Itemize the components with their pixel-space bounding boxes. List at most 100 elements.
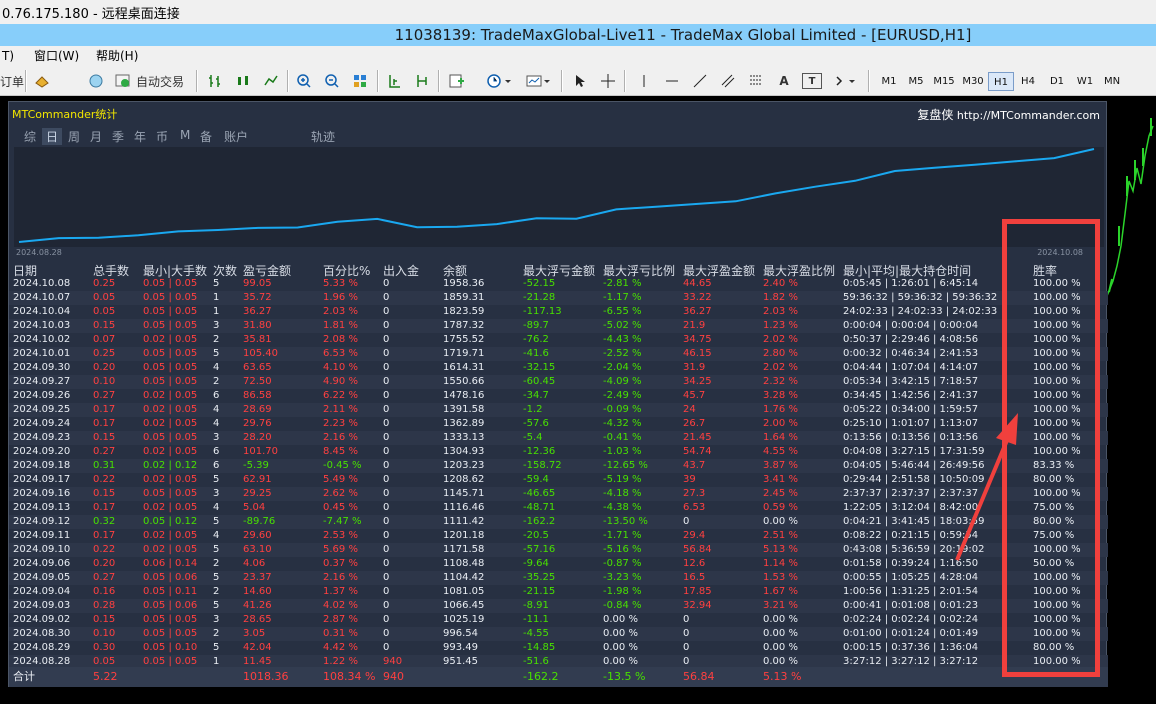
- table-row[interactable]: 2024.10.07 0.05 0.05 | 0.05 1 35.72 1.96 % 0 18…: [9, 291, 1108, 305]
- table-row[interactable]: 2024.08.30 0.10 0.05 | 0.05 2 3.05 0.31 % 0 996…: [9, 627, 1108, 641]
- tab-yearly[interactable]: 年: [134, 128, 146, 145]
- table-cell: 2024.09.13: [13, 502, 71, 513]
- table-row[interactable]: 2024.10.04 0.05 0.05 | 0.05 1 36.27 2.03 % 0 18…: [9, 305, 1108, 319]
- table-row[interactable]: 2024.10.08 0.25 0.05 | 0.05 5 99.05 5.33 % 0 19…: [9, 277, 1108, 291]
- table-row[interactable]: 2024.09.05 0.27 0.05 | 0.06 5 23.37 2.16 % 0 11…: [9, 571, 1108, 585]
- table-cell: 0:00:41 | 0:01:08 | 0:01:23: [843, 600, 979, 611]
- table-cell: 2024.09.25: [13, 404, 71, 415]
- total-max-float-loss-pct: -13.5 %: [603, 670, 646, 683]
- table-cell: 2024.10.07: [13, 292, 71, 303]
- zoom-out-icon[interactable]: [322, 71, 342, 91]
- total-deposit: 940: [383, 670, 404, 683]
- signals-icon[interactable]: [86, 71, 106, 91]
- menu-item-trade[interactable]: T): [2, 46, 14, 66]
- timeframe-h4[interactable]: H4: [1015, 72, 1041, 91]
- templates-icon[interactable]: [522, 71, 554, 91]
- timeframe-w1[interactable]: W1: [1072, 72, 1098, 91]
- table-row[interactable]: 2024.09.11 0.17 0.02 | 0.05 4 29.60 2.53 % 0 12…: [9, 529, 1108, 543]
- table-cell: 0.30: [93, 642, 116, 653]
- table-row[interactable]: 2024.10.01 0.25 0.05 | 0.05 5 105.40 6.53 % 0 1…: [9, 347, 1108, 361]
- table-row[interactable]: 2024.09.18 0.31 0.02 | 0.12 6 -5.39 -0.45 % 0 1…: [9, 459, 1108, 473]
- tab-notes[interactable]: 备: [200, 128, 212, 145]
- timeframe-h1[interactable]: H1: [988, 72, 1014, 91]
- timeframe-m5[interactable]: M5: [903, 72, 929, 91]
- text-label-icon[interactable]: T: [802, 73, 822, 89]
- menu-item-window[interactable]: 窗口(W): [34, 46, 79, 66]
- table-row[interactable]: 2024.09.06 0.20 0.06 | 0.14 2 4.06 0.37 % 0 110…: [9, 557, 1108, 571]
- periods-icon[interactable]: [483, 71, 515, 91]
- order-button[interactable]: 订单: [0, 71, 24, 91]
- table-cell: -2.04 %: [603, 362, 642, 373]
- arrows-icon[interactable]: [830, 71, 860, 91]
- table-row[interactable]: 2024.09.04 0.16 0.05 | 0.11 2 14.60 1.37 % 0 10…: [9, 585, 1108, 599]
- timeframe-d1[interactable]: D1: [1044, 72, 1070, 91]
- table-row[interactable]: 2024.09.17 0.22 0.02 | 0.05 5 62.91 5.49 % 0 12…: [9, 473, 1108, 487]
- indicators-icon[interactable]: [445, 71, 475, 91]
- table-row[interactable]: 2024.10.03 0.15 0.05 | 0.05 3 31.80 1.81 % 0 17…: [9, 319, 1108, 333]
- bar-chart-icon[interactable]: [205, 71, 225, 91]
- chart-shift-icon[interactable]: [384, 71, 404, 91]
- text-tool-icon[interactable]: A: [774, 71, 794, 91]
- table-row[interactable]: 2024.09.24 0.17 0.02 | 0.05 4 29.76 2.23 % 0 13…: [9, 417, 1108, 431]
- tab-monthly[interactable]: 月: [90, 128, 102, 145]
- table-cell: 0.02 | 0.05: [143, 530, 198, 541]
- table-cell: 0.05 | 0.05: [143, 488, 198, 499]
- history-icon[interactable]: [32, 71, 52, 91]
- table-row[interactable]: 2024.09.12 0.32 0.05 | 0.12 5 -89.76 -7.47 % 0…: [9, 515, 1108, 529]
- table-row[interactable]: 2024.08.29 0.30 0.05 | 0.10 5 42.04 4.42 % 0 99…: [9, 641, 1108, 655]
- table-row[interactable]: 2024.10.02 0.07 0.02 | 0.05 2 35.81 2.08 % 0 17…: [9, 333, 1108, 347]
- table-row[interactable]: 2024.09.23 0.15 0.05 | 0.05 3 28.20 2.16 % 0 13…: [9, 431, 1108, 445]
- table-row[interactable]: 2024.09.30 0.20 0.05 | 0.05 4 63.65 4.10 % 0 16…: [9, 361, 1108, 375]
- table-cell: 54.74: [683, 446, 712, 457]
- timeframe-m30[interactable]: M30: [959, 72, 987, 91]
- tab-magic[interactable]: M: [180, 128, 190, 142]
- auto-scroll-icon[interactable]: [412, 71, 432, 91]
- table-row[interactable]: 2024.09.02 0.15 0.05 | 0.05 3 28.65 2.87 % 0 10…: [9, 613, 1108, 627]
- table-row[interactable]: 2024.09.20 0.27 0.02 | 0.05 6 101.70 8.45 % 0 1…: [9, 445, 1108, 459]
- tile-windows-icon[interactable]: [350, 71, 370, 91]
- table-cell: 0.00 %: [763, 614, 798, 625]
- timeframe-mn[interactable]: MN: [1099, 72, 1125, 91]
- brand-link[interactable]: 复盘侠 http://MTCommander.com: [917, 106, 1100, 123]
- table-cell: 1614.31: [443, 362, 485, 373]
- tab-currency[interactable]: 币: [156, 128, 168, 145]
- table-cell: 0.25: [93, 348, 116, 359]
- tab-daily[interactable]: 日: [42, 128, 63, 145]
- menu-item-help[interactable]: 帮助(H): [96, 46, 138, 66]
- auto-trading-button[interactable]: 自动交易: [114, 71, 190, 91]
- horizontal-line-icon[interactable]: [662, 71, 682, 91]
- equity-curve-line: [18, 148, 1095, 243]
- channel-icon[interactable]: [718, 71, 738, 91]
- table-cell: 0: [383, 642, 390, 653]
- table-row[interactable]: 2024.09.16 0.15 0.05 | 0.05 3 29.25 2.62 % 0 11…: [9, 487, 1108, 501]
- vertical-line-icon[interactable]: [634, 71, 654, 91]
- table-cell: 996.54: [443, 628, 478, 639]
- candlestick-icon[interactable]: [233, 71, 253, 91]
- table-row[interactable]: 2024.09.13 0.17 0.02 | 0.05 4 5.04 0.45 % 0 111…: [9, 501, 1108, 515]
- table-cell: 5.49 %: [323, 474, 358, 485]
- line-chart-icon[interactable]: [261, 71, 281, 91]
- tab-quarterly[interactable]: 季: [112, 128, 124, 145]
- cursor-icon[interactable]: [570, 71, 590, 91]
- timeframe-m15[interactable]: M15: [930, 72, 958, 91]
- tab-overview[interactable]: 综: [24, 128, 36, 145]
- table-cell: 29.4: [683, 530, 706, 541]
- tab-weekly[interactable]: 周: [68, 128, 80, 145]
- zoom-in-icon[interactable]: [294, 71, 314, 91]
- table-row[interactable]: 2024.09.03 0.28 0.05 | 0.06 5 41.26 4.02 % 0 10…: [9, 599, 1108, 613]
- table-cell: 1081.05: [443, 586, 485, 597]
- timeframe-m1[interactable]: M1: [876, 72, 902, 91]
- table-cell: 2: [213, 586, 220, 597]
- table-row[interactable]: 2024.09.25 0.17 0.02 | 0.05 4 28.69 2.11 % 0 13…: [9, 403, 1108, 417]
- trendline-icon[interactable]: [690, 71, 710, 91]
- table-row[interactable]: 2024.09.26 0.27 0.02 | 0.05 6 86.58 6.22 % 0 14…: [9, 389, 1108, 403]
- table-row[interactable]: 2024.09.27 0.10 0.05 | 0.05 2 72.50 4.90 % 0 15…: [9, 375, 1108, 389]
- crosshair-icon[interactable]: [598, 71, 618, 91]
- toolbar-separator: [196, 70, 198, 92]
- table-row[interactable]: 2024.09.10 0.22 0.02 | 0.05 5 63.10 5.69 % 0 11…: [9, 543, 1108, 557]
- tab-account[interactable]: 账户: [224, 128, 248, 145]
- table-cell: 2.11 %: [323, 404, 358, 415]
- table-cell: 0.37 %: [323, 558, 358, 569]
- tab-trajectory[interactable]: 轨迹: [311, 128, 335, 145]
- fibonacci-icon[interactable]: [746, 71, 766, 91]
